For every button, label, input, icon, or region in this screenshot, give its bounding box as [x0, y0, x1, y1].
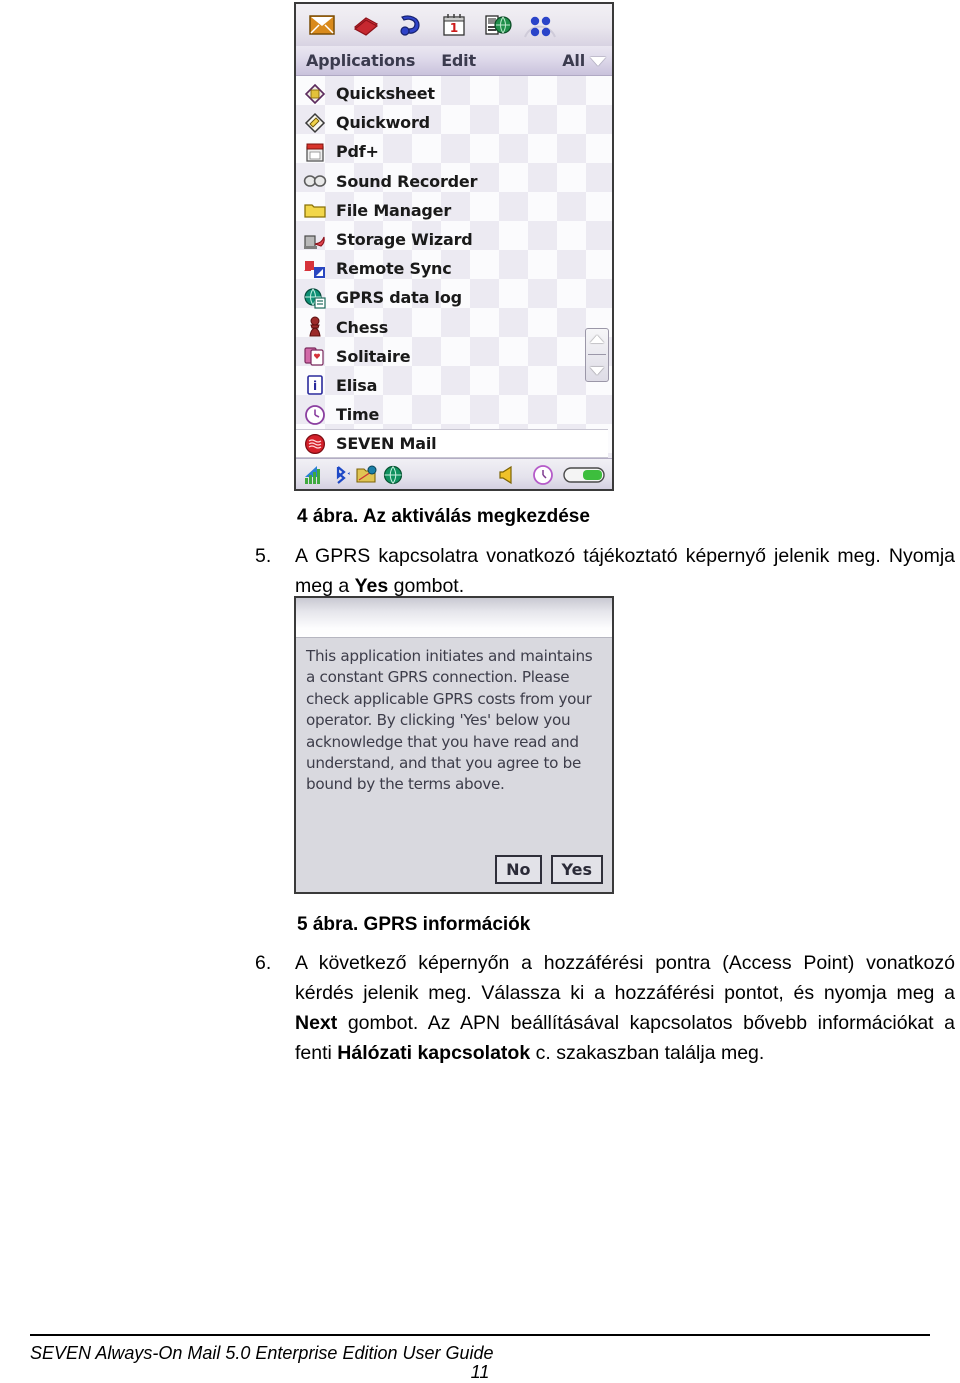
phone-statusbar: <: [296, 458, 612, 489]
footer-divider: [30, 1334, 930, 1336]
phone-toolbar: 1: [296, 4, 612, 46]
list-item-seven-mail[interactable]: SEVEN Mail: [296, 429, 608, 459]
step-5-body: A GPRS kapcsolatra vonatkozó tájékoztató…: [295, 541, 955, 601]
step-5: 5. A GPRS kapcsolatra vonatkozó tájékozt…: [255, 541, 955, 601]
pdf-icon: [302, 140, 328, 164]
list-item-label: File Manager: [336, 200, 452, 220]
list-item-label: Quickword: [336, 113, 430, 133]
dialog-buttons: No Yes: [495, 855, 603, 884]
applications-list-screenshot: 1 Applications Edit All Quicksheet Quick…: [294, 2, 614, 491]
list-item-label: Storage Wizard: [336, 230, 473, 250]
menu-edit[interactable]: Edit: [441, 51, 476, 70]
signal-strength-icon: [302, 463, 328, 487]
elisa-icon: i: [302, 373, 328, 397]
chess-icon: [302, 315, 328, 339]
step-5-bold-yes: Yes: [354, 575, 389, 597]
phone-menubar: Applications Edit All: [296, 46, 612, 76]
step-6-body: A következő képernyőn a hozzáférési pont…: [295, 948, 955, 1068]
seven-mail-icon: [302, 432, 328, 456]
list-item-label: Chess: [336, 317, 389, 337]
step-6-text-1: A következő képernyőn a hozzáférési pont…: [295, 952, 955, 1004]
list-item-label: Pdf+: [336, 142, 379, 162]
phone-handset-icon[interactable]: [388, 6, 432, 44]
quicksheet-icon: [302, 82, 328, 106]
list-item[interactable]: Solitaire: [296, 342, 612, 371]
list-item[interactable]: Time: [296, 400, 612, 429]
battery-icon: [562, 463, 606, 487]
list-item[interactable]: Chess: [296, 313, 612, 342]
menu-filter-label: All: [562, 51, 585, 70]
list-item-label: Solitaire: [336, 346, 411, 366]
svg-text:i: i: [313, 379, 317, 393]
dialog-message: This application initiates and maintains…: [306, 647, 593, 794]
scroll-up-icon[interactable]: [590, 334, 604, 343]
list-item[interactable]: File Manager: [296, 196, 612, 225]
chevron-down-icon: [590, 57, 606, 66]
grid-dots-icon[interactable]: [518, 6, 562, 44]
globe-icon: [380, 463, 406, 487]
menu-filter-all[interactable]: All: [562, 51, 606, 70]
scroll-down-icon[interactable]: [590, 367, 604, 376]
clock-status-icon: [530, 463, 556, 487]
list-item-label: Elisa: [336, 375, 378, 395]
connectivity-icon[interactable]: [476, 6, 520, 44]
gprs-data-log-icon: [302, 286, 328, 310]
sound-recorder-icon: [302, 169, 328, 193]
applications-list[interactable]: Quicksheet Quickword Pdf+ Sound Recorder: [296, 76, 612, 459]
speaker-icon: [496, 463, 522, 487]
calendar-icon[interactable]: 1: [432, 6, 476, 44]
scrollbar-divider: [588, 354, 606, 356]
book-icon[interactable]: [344, 6, 388, 44]
list-item[interactable]: Storage Wizard: [296, 225, 612, 254]
figure-caption-4: 4 ábra. Az aktiválás megkezdése: [297, 506, 590, 527]
list-item-label: Sound Recorder: [336, 171, 478, 191]
storage-wizard-icon: [302, 228, 328, 252]
figure-caption-5: 5 ábra. GPRS információk: [297, 914, 531, 935]
envelope-icon[interactable]: [300, 6, 344, 44]
footer-guide-title: SEVEN Always-On Mail 5.0 Enterprise Edit…: [30, 1343, 494, 1363]
clock-icon: [302, 403, 328, 427]
step-6-bold-halozati: Hálózati kapcsolatok: [337, 1042, 531, 1064]
step-6-text-3: c. szakaszban találja meg.: [530, 1042, 765, 1064]
list-item[interactable]: GPRS data log: [296, 283, 612, 312]
list-scrollbar[interactable]: [585, 328, 609, 382]
network-folder-icon: [354, 463, 380, 487]
list-item[interactable]: Sound Recorder: [296, 167, 612, 196]
list-item-label: GPRS data log: [336, 288, 462, 308]
gprs-information-dialog-screenshot: This application initiates and maintains…: [294, 596, 614, 894]
bluetooth-icon: <: [328, 463, 354, 487]
yes-button[interactable]: Yes: [550, 855, 603, 884]
list-item-label: SEVEN Mail: [336, 434, 437, 454]
menu-applications[interactable]: Applications: [306, 51, 415, 70]
list-item-label: Remote Sync: [336, 259, 452, 279]
list-item[interactable]: Quicksheet: [296, 79, 612, 108]
list-item[interactable]: i Elisa: [296, 371, 612, 400]
svg-text:<: <: [347, 469, 350, 478]
svg-text:1: 1: [450, 21, 458, 35]
step-5-number: 5.: [255, 545, 272, 567]
no-button[interactable]: No: [495, 855, 542, 884]
list-item-label: Time: [336, 405, 380, 425]
step-6-number: 6.: [255, 952, 272, 974]
solitaire-icon: [302, 344, 328, 368]
remote-sync-icon: [302, 257, 328, 281]
quickword-icon: [302, 111, 328, 135]
footer-page-number: 11: [470, 1362, 490, 1382]
folder-icon: [302, 198, 328, 222]
step-5-text-2: gombot.: [388, 575, 465, 597]
step-6-bold-next: Next: [295, 1012, 338, 1034]
list-item-label: Quicksheet: [336, 84, 435, 104]
list-item[interactable]: Remote Sync: [296, 254, 612, 283]
dialog-body: This application initiates and maintains…: [296, 638, 612, 892]
list-item[interactable]: Quickword: [296, 108, 612, 137]
list-item[interactable]: Pdf+: [296, 137, 612, 166]
dialog-titlebar: [296, 598, 612, 638]
step-6: 6. A következő képernyőn a hozzáférési p…: [255, 948, 955, 1068]
